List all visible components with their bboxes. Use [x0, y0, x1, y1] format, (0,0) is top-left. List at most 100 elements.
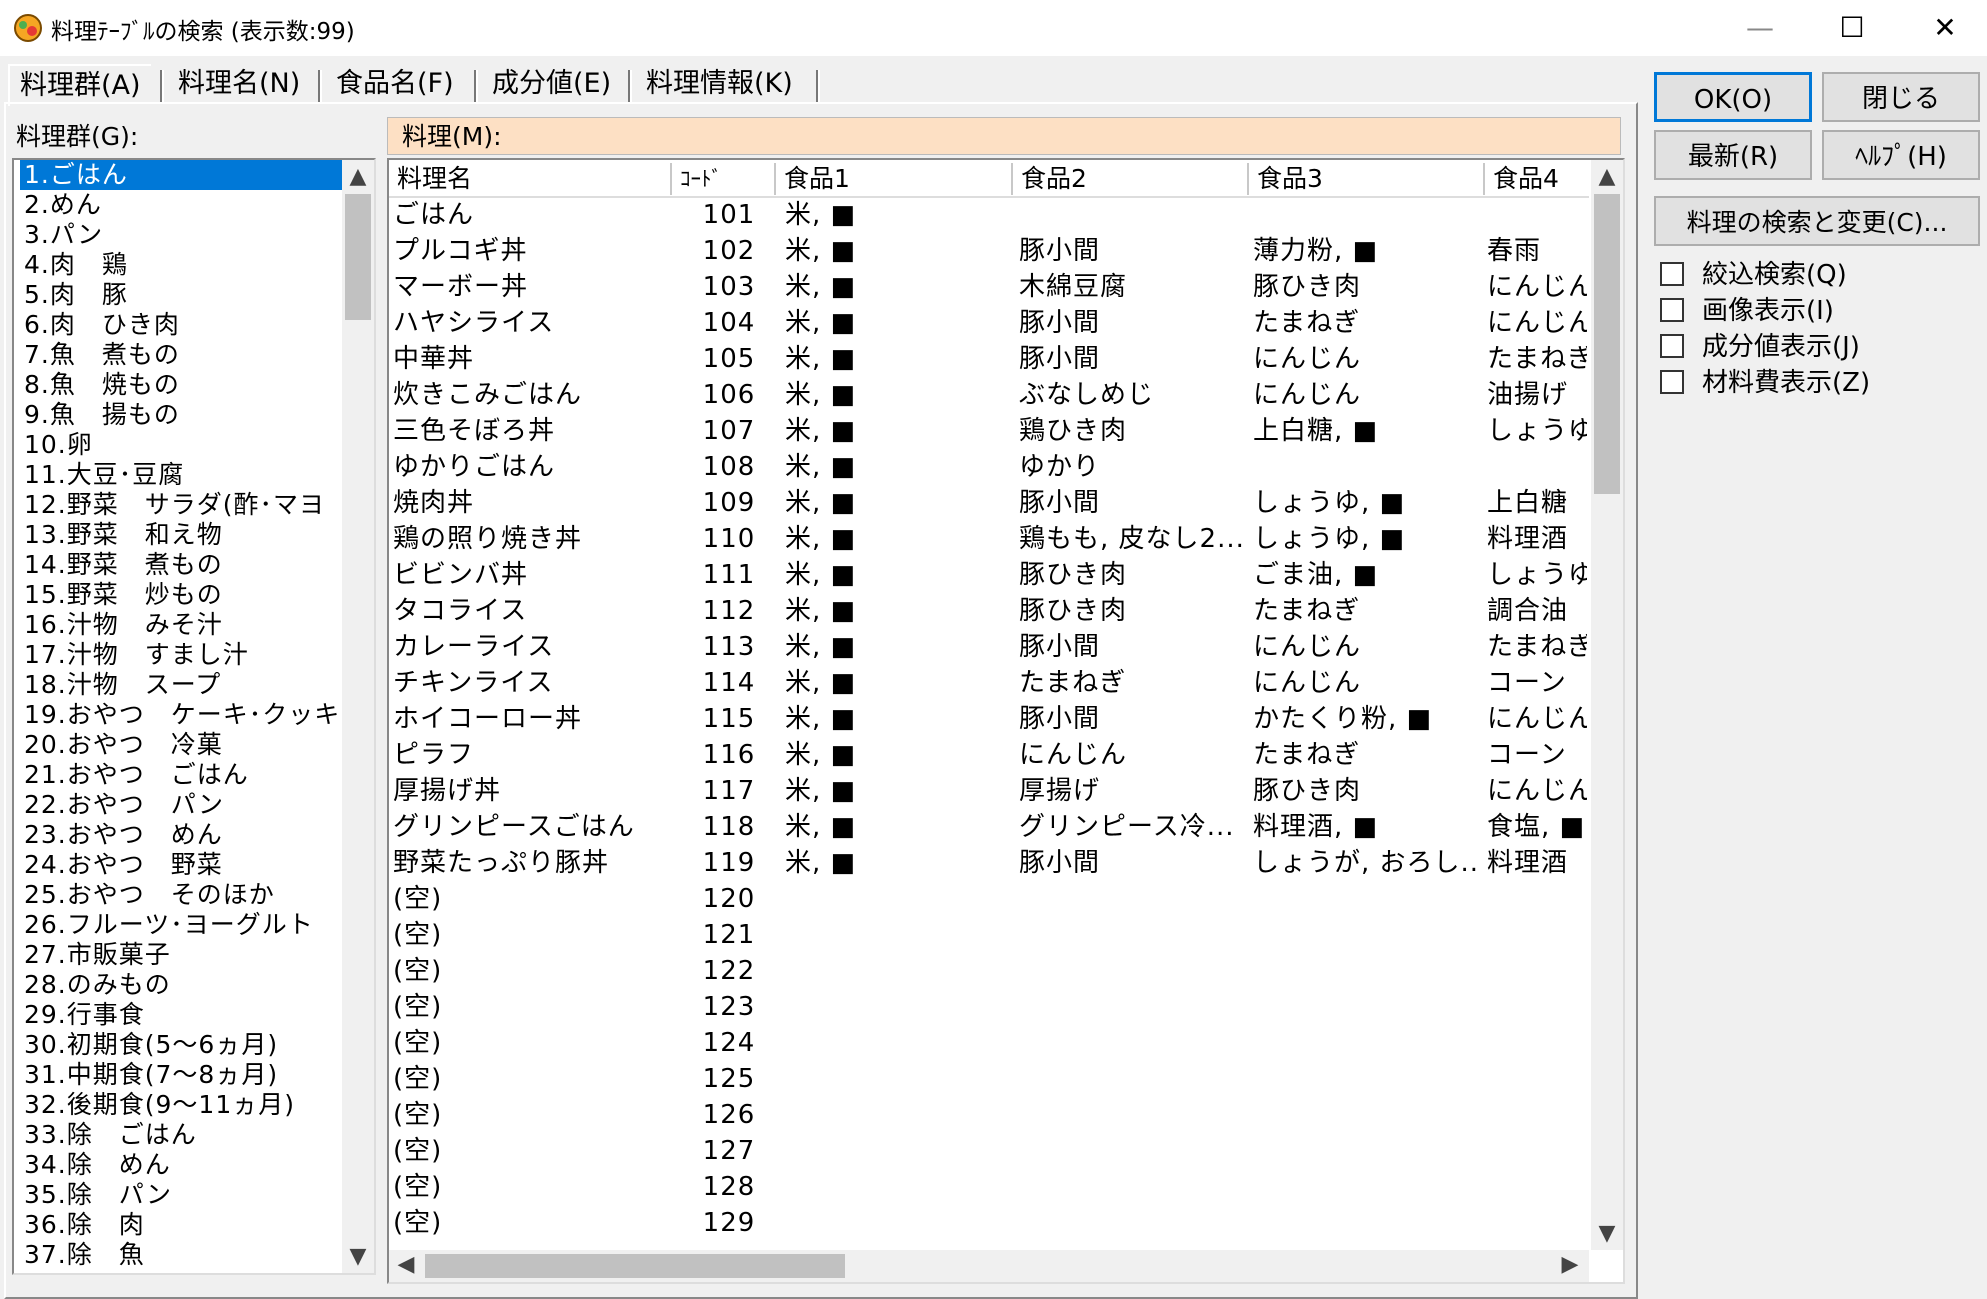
group-list-item[interactable]: 12.野菜 サラダ(酢･マヨ: [20, 490, 329, 520]
cell-food1[interactable]: [785, 990, 1005, 1024]
checkbox-icon[interactable]: [1660, 370, 1684, 394]
group-list-item[interactable]: 31.中期食(7〜8ヵ月): [20, 1060, 282, 1090]
cell-dish-name[interactable]: 中華丼: [393, 342, 673, 376]
cell-food3[interactable]: しょうゆ, ■: [1253, 522, 1478, 556]
group-list-item[interactable]: 23.おやつ めん: [20, 820, 227, 850]
cell-code[interactable]: 105: [684, 342, 774, 376]
cell-food1[interactable]: [785, 1098, 1005, 1132]
cell-food3[interactable]: [1253, 1062, 1478, 1096]
cell-food3[interactable]: 薄力粉, ■: [1253, 234, 1478, 268]
group-list-item[interactable]: 8.魚 焼もの: [20, 370, 184, 400]
cell-food3[interactable]: [1253, 1026, 1478, 1060]
grid-scroll-down-icon[interactable]: ▼: [1591, 1221, 1623, 1246]
tab-nutrient-value[interactable]: 成分値(E): [482, 64, 621, 104]
group-list-item[interactable]: 34.除 めん: [20, 1150, 175, 1180]
cell-food1[interactable]: 米, ■: [785, 306, 1005, 340]
cell-dish-name[interactable]: カレーライス: [393, 630, 673, 664]
cell-dish-name[interactable]: タコライス: [393, 594, 673, 628]
tab-dish-group[interactable]: 料理群(A): [8, 64, 151, 106]
cell-food4[interactable]: [1487, 450, 1587, 484]
cell-food4[interactable]: [1487, 918, 1587, 952]
tab-food-name[interactable]: 食品名(F): [326, 64, 464, 104]
cell-food4[interactable]: 油揚げ: [1487, 378, 1587, 412]
cell-food4[interactable]: 料理酒: [1487, 522, 1587, 556]
cell-food1[interactable]: 米, ■: [785, 810, 1005, 844]
cell-food4[interactable]: [1487, 1098, 1587, 1132]
cell-food4[interactable]: [1487, 1206, 1587, 1240]
cell-dish-name[interactable]: 野菜たっぷり豚丼: [393, 846, 673, 880]
cell-food3[interactable]: にんじん: [1253, 342, 1478, 376]
group-list-item[interactable]: 37.除 魚: [20, 1240, 149, 1270]
group-list-item[interactable]: 4.肉 鶏: [20, 250, 132, 280]
cell-food4[interactable]: 調合油: [1487, 594, 1587, 628]
cell-food2[interactable]: [1019, 198, 1244, 232]
group-list-item[interactable]: 3.パン: [20, 220, 107, 250]
cell-food4[interactable]: しょうゆ: [1487, 414, 1587, 448]
group-list-item[interactable]: 11.大豆･豆腐: [20, 460, 188, 490]
scroll-up-arrow-icon[interactable]: ▲: [342, 164, 374, 189]
cell-food3[interactable]: [1253, 954, 1478, 988]
checkbox-icon[interactable]: [1660, 298, 1684, 322]
cell-food4[interactable]: 料理酒: [1487, 846, 1587, 880]
cell-food3[interactable]: 上白糖, ■: [1253, 414, 1478, 448]
cell-dish-name[interactable]: チキンライス: [393, 666, 673, 700]
cell-food1[interactable]: [785, 1206, 1005, 1240]
minimize-button[interactable]: —: [1720, 0, 1800, 56]
cell-code[interactable]: 102: [684, 234, 774, 268]
cell-code[interactable]: 118: [684, 810, 774, 844]
checkbox-filter-search[interactable]: 絞込検索(Q): [1660, 259, 1847, 291]
cell-dish-name[interactable]: (空): [393, 954, 673, 988]
cell-dish-name[interactable]: 炊きこみごはん: [393, 378, 673, 412]
maximize-button[interactable]: ☐: [1812, 0, 1892, 56]
cell-dish-name[interactable]: (空): [393, 1170, 673, 1204]
group-list-item[interactable]: 13.野菜 和え物: [20, 520, 227, 550]
cell-code[interactable]: 111: [684, 558, 774, 592]
cell-food4[interactable]: 食塩, ■: [1487, 810, 1587, 844]
group-list-item[interactable]: 6.肉 ひき肉: [20, 310, 184, 340]
group-list-item[interactable]: 30.初期食(5〜6ヵ月): [20, 1030, 282, 1060]
cell-food3[interactable]: [1253, 198, 1478, 232]
cell-food4[interactable]: たまねぎ: [1487, 342, 1587, 376]
cell-code[interactable]: 124: [684, 1026, 774, 1060]
cell-food4[interactable]: コーン: [1487, 738, 1587, 772]
cell-food1[interactable]: 米, ■: [785, 738, 1005, 772]
checkbox-icon[interactable]: [1660, 262, 1684, 286]
cell-food2[interactable]: [1019, 1134, 1244, 1168]
cell-code[interactable]: 101: [684, 198, 774, 232]
cell-dish-name[interactable]: 鶏の照り焼き丼: [393, 522, 673, 556]
cell-food2[interactable]: 木綿豆腐: [1019, 270, 1244, 304]
cell-code[interactable]: 116: [684, 738, 774, 772]
cell-food2[interactable]: 鶏ひき肉: [1019, 414, 1244, 448]
cell-code[interactable]: 128: [684, 1170, 774, 1204]
cell-food4[interactable]: [1487, 1170, 1587, 1204]
cell-food4[interactable]: [1487, 1026, 1587, 1060]
checkbox-show-image[interactable]: 画像表示(I): [1660, 295, 1834, 327]
cell-food1[interactable]: 米, ■: [785, 774, 1005, 808]
cell-food2[interactable]: [1019, 918, 1244, 952]
cell-food4[interactable]: [1487, 990, 1587, 1024]
cell-code[interactable]: 110: [684, 522, 774, 556]
cell-food3[interactable]: 豚ひき肉: [1253, 270, 1478, 304]
cell-food1[interactable]: 米, ■: [785, 414, 1005, 448]
scroll-down-arrow-icon[interactable]: ▼: [342, 1244, 374, 1269]
cell-food3[interactable]: ごま油, ■: [1253, 558, 1478, 592]
cell-code[interactable]: 122: [684, 954, 774, 988]
cell-food2[interactable]: 鶏もも, 皮なし2...: [1019, 522, 1244, 556]
cell-food3[interactable]: [1253, 990, 1478, 1024]
group-list-item[interactable]: 33.除 ごはん: [20, 1120, 201, 1150]
cell-food2[interactable]: 豚小間: [1019, 234, 1244, 268]
cell-food2[interactable]: ゆかり: [1019, 450, 1244, 484]
cell-food2[interactable]: 豚ひき肉: [1019, 594, 1244, 628]
cell-dish-name[interactable]: プルコギ丼: [393, 234, 673, 268]
cell-code[interactable]: 107: [684, 414, 774, 448]
grid-horizontal-scrollbar[interactable]: ◀ ▶: [389, 1250, 1589, 1282]
cell-dish-name[interactable]: (空): [393, 918, 673, 952]
cell-food4[interactable]: 春雨: [1487, 234, 1587, 268]
group-list-item[interactable]: 27.市販菓子: [20, 940, 175, 970]
search-and-change-button[interactable]: 料理の検索と変更(C)...: [1654, 196, 1980, 246]
cell-dish-name[interactable]: ホイコーロー丼: [393, 702, 673, 736]
group-list-item[interactable]: 17.汁物 すまし汁: [20, 640, 253, 670]
cell-food2[interactable]: [1019, 1170, 1244, 1204]
cell-food3[interactable]: かたくり粉, ■: [1253, 702, 1478, 736]
dish-group-list[interactable]: 1.ごはん 2.めん 3.パン 4.肉 鶏 5.肉 豚 6.肉 ひき肉 7.魚 煮もの 8.魚…: [12, 158, 376, 1275]
